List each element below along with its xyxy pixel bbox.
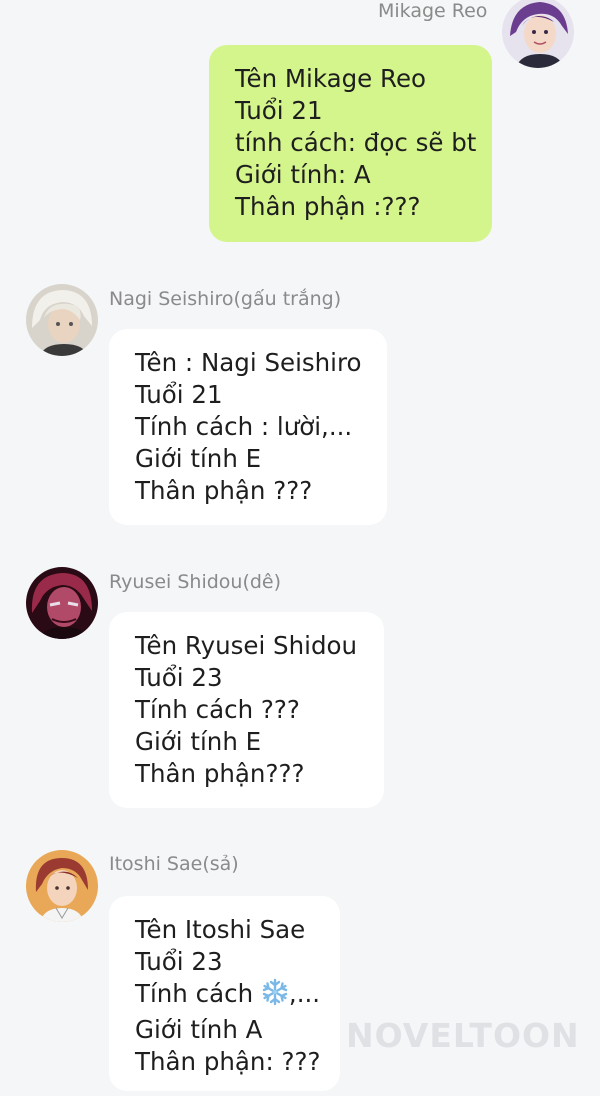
sender-name: Nagi Seishiro(gấu trắng) [109, 288, 342, 310]
message-line: Tên Ryusei Shidou [135, 631, 358, 660]
sender-name: Itoshi Sae(sả) [109, 853, 239, 875]
message-line: Tính cách ??? [135, 695, 300, 724]
message-line: Thân phận :??? [235, 192, 421, 221]
message-line: Tuổi 23 [135, 663, 223, 692]
message-line: Thân phận ??? [135, 476, 313, 505]
message-bubble[interactable]: Tên : Nagi Seishiro Tuổi 21 Tính cách : … [109, 329, 387, 525]
message-line: Tên Mikage Reo [235, 64, 427, 93]
message-bubble[interactable]: Tên Itoshi Sae Tuổi 23 Tính cách ,... Gi… [109, 896, 340, 1091]
chat-list: Mikage Reo Tên Mikage Reo Tuổi 21 tính c… [0, 0, 600, 1096]
message-line: Tuổi 23 [135, 947, 223, 976]
message-line: Tên : Nagi Seishiro [135, 348, 362, 377]
white-hair-avatar-icon [26, 284, 98, 356]
avatar[interactable] [26, 567, 98, 639]
message-line: Tính cách ,... [135, 978, 340, 1014]
sender-name: Ryusei Shidou(dê) [109, 571, 282, 593]
message-text: ,... [288, 979, 321, 1008]
watermark: NOVELTOON [346, 1016, 580, 1055]
message-bubble[interactable]: Tên Mikage Reo Tuổi 21 tính cách: đọc sẽ… [209, 45, 492, 242]
message-text: Tính cách [135, 979, 254, 1008]
red-hair-avatar-icon [26, 850, 98, 922]
message-line: Giới tính E [135, 444, 262, 473]
message-line: Tính cách : lười,... [135, 412, 353, 441]
message-line: Tên Itoshi Sae [135, 915, 306, 944]
message-line: Thân phận: ??? [135, 1047, 321, 1076]
avatar[interactable] [502, 0, 574, 68]
pink-hair-avatar-icon [26, 567, 98, 639]
message-line: Giới tính: A [235, 160, 371, 189]
purple-hair-avatar-icon [502, 0, 574, 68]
avatar[interactable] [26, 850, 98, 922]
snowflake-icon [261, 978, 289, 1014]
message-bubble[interactable]: Tên Ryusei Shidou Tuổi 23 Tính cách ??? … [109, 612, 384, 808]
avatar[interactable] [26, 284, 98, 356]
sender-name: Mikage Reo [378, 0, 488, 22]
message-line: tính cách: đọc sẽ bt [235, 128, 477, 157]
message-line: Tuổi 21 [235, 96, 323, 125]
message-line: Giới tính E [135, 727, 262, 756]
message-line: Giới tính A [135, 1015, 263, 1044]
message-line: Thân phận??? [135, 759, 305, 788]
message-line: Tuổi 21 [135, 380, 223, 409]
